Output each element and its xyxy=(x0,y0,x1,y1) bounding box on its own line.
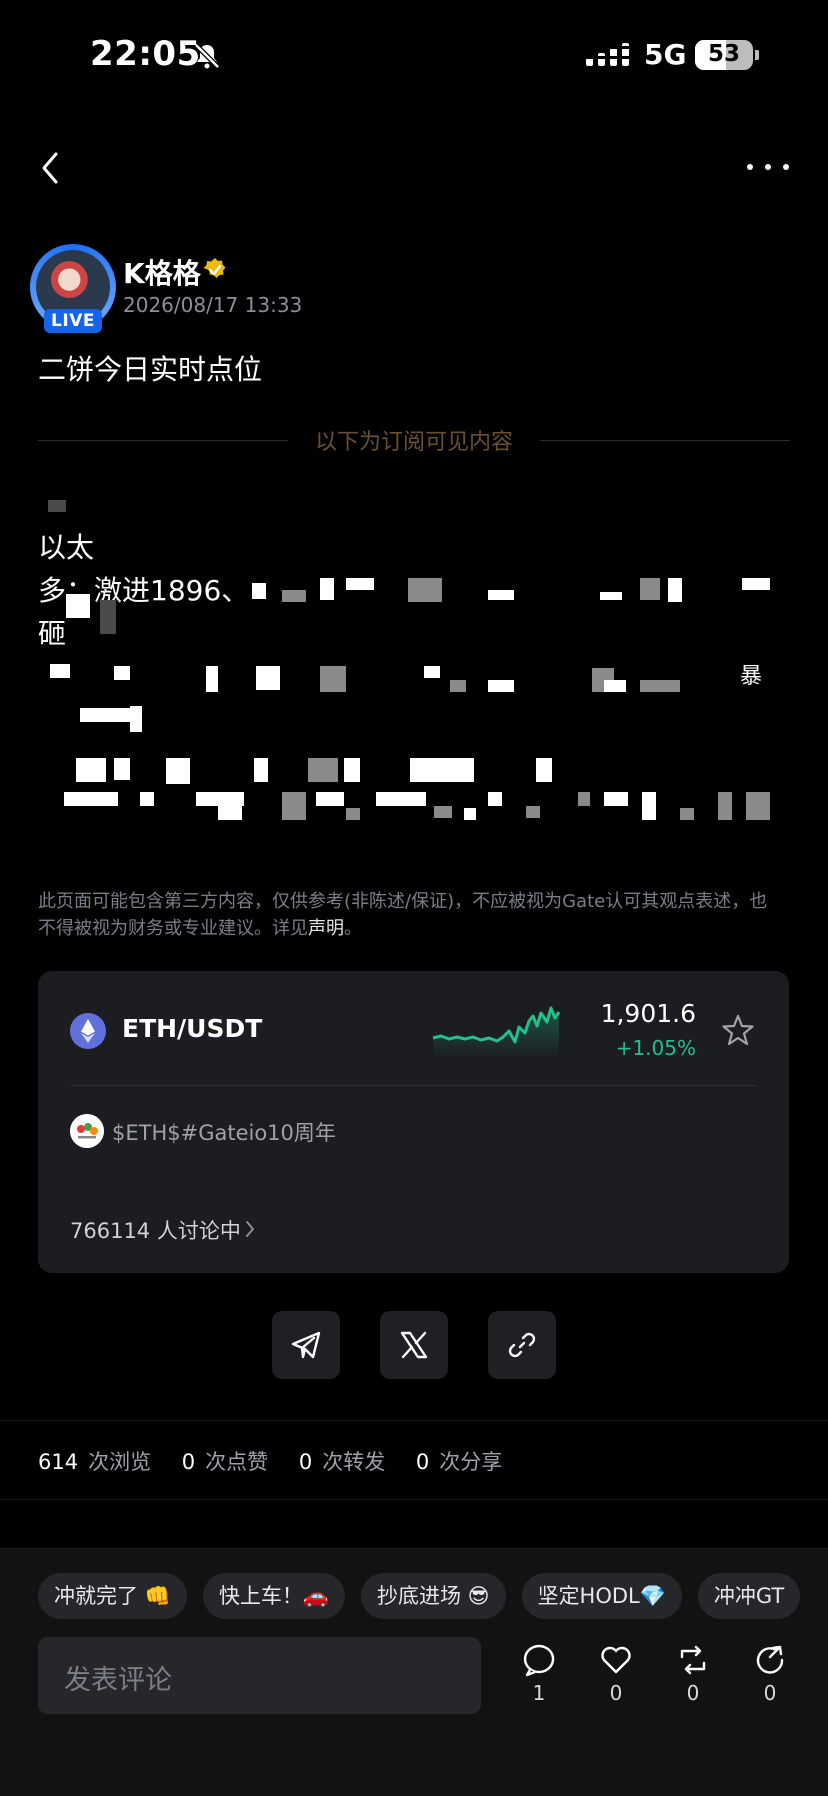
ticker-pair[interactable]: ETH/USDT xyxy=(122,1014,262,1043)
comment-placeholder: 发表评论 xyxy=(64,1665,172,1696)
likes-label: 次点赞 xyxy=(205,1450,269,1474)
quick-reply-chip[interactable]: 坚定HODL💎 xyxy=(521,1573,682,1619)
chevron-right-icon[interactable] xyxy=(243,1218,257,1240)
telegram-icon xyxy=(291,1331,321,1359)
post-stats: 614 次浏览 0 次点赞 0 次转发 0 次分享 xyxy=(38,1446,526,1476)
disclaimer-text: 此页面可能包含第三方内容，仅供参考(非陈述/保证)，不应被视为Gate认可其观点… xyxy=(38,891,768,939)
views-count: 614 xyxy=(38,1450,79,1474)
comment-count: 1 xyxy=(532,1681,546,1705)
quick-reply-chip[interactable]: 冲冲GT xyxy=(697,1573,801,1619)
like-button[interactable]: 0 xyxy=(593,1643,639,1705)
disclaimer: 此页面可能包含第三方内容，仅供参考(非陈述/保证)，不应被视为Gate认可其观点… xyxy=(38,888,778,942)
reposts-count: 0 xyxy=(298,1450,313,1474)
separator xyxy=(0,1499,828,1500)
share-telegram-button[interactable] xyxy=(272,1311,340,1379)
repost-icon xyxy=(680,1645,706,1675)
repost-button[interactable]: 0 xyxy=(670,1643,716,1705)
shares-count: 0 xyxy=(415,1450,430,1474)
copy-link-button[interactable] xyxy=(488,1311,556,1379)
pixelation-overlay xyxy=(0,0,828,840)
discussion-count[interactable]: 766114 人讨论中 xyxy=(70,1215,241,1245)
reposts-label: 次转发 xyxy=(322,1450,386,1474)
comment-icon xyxy=(523,1644,555,1677)
share-icon xyxy=(756,1645,784,1674)
ticker-change: +1.05% xyxy=(615,1036,696,1060)
separator xyxy=(0,1420,828,1421)
comment-input[interactable]: 发表评论 xyxy=(38,1637,481,1714)
link-icon xyxy=(508,1332,536,1358)
disclaimer-link[interactable]: 声明 xyxy=(308,918,344,939)
star-icon[interactable] xyxy=(721,1013,755,1047)
quick-reply-chip[interactable]: 抄底进场 😎 xyxy=(360,1573,506,1619)
like-count: 0 xyxy=(609,1681,623,1705)
share-button[interactable]: 0 xyxy=(747,1643,793,1705)
quick-reply-chip[interactable]: 快上车！🚗 xyxy=(202,1573,345,1619)
likes-count: 0 xyxy=(181,1450,196,1474)
tag-logo-icon xyxy=(70,1114,104,1148)
views-label: 次浏览 xyxy=(88,1450,152,1474)
ticker-tags[interactable]: $ETH$#Gateio10周年 xyxy=(112,1117,336,1147)
quick-reply-chip[interactable]: 冲就完了 👊 xyxy=(38,1573,187,1619)
share-count: 0 xyxy=(763,1681,777,1705)
share-x-button[interactable] xyxy=(380,1311,448,1379)
x-icon xyxy=(400,1331,428,1359)
quick-reply-list: 冲就完了 👊 快上车！🚗 抄底进场 😎 坚定HODL💎 冲冲GT xyxy=(38,1573,816,1619)
eth-icon xyxy=(70,1013,106,1049)
repost-count: 0 xyxy=(686,1681,700,1705)
heart-icon xyxy=(601,1646,631,1674)
card-divider xyxy=(70,1085,757,1086)
shares-label: 次分享 xyxy=(439,1450,503,1474)
ticker-price: 1,901.6 xyxy=(600,999,696,1028)
price-sparkline xyxy=(432,1006,561,1058)
disclaimer-end: 。 xyxy=(344,918,362,939)
comment-button[interactable]: 1 xyxy=(516,1643,562,1705)
